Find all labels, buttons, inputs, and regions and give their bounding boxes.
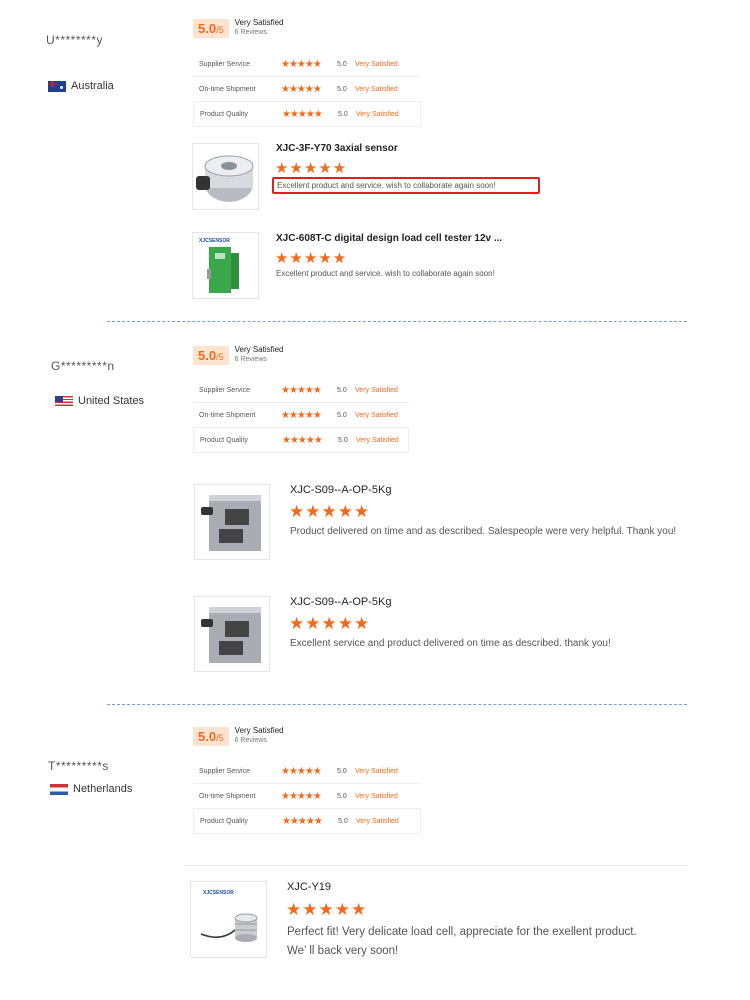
product-title[interactable]: XJC-608T-C digital design load cell test…: [276, 233, 502, 244]
star-rating-icon: ★★★★★: [281, 790, 322, 802]
product-title[interactable]: XJC-3F-Y70 3axial sensor: [276, 143, 398, 154]
rating-row: On-time Shipment ★★★★★ 5.0 Very Satisfie…: [193, 403, 409, 428]
netherlands-flag-icon: [50, 783, 68, 795]
rating-row: On-time Shipment ★★★★★ 5.0 Very Satisfie…: [193, 77, 421, 102]
product-image[interactable]: XJCSENSOR: [192, 232, 259, 299]
rating-table: Supplier Service ★★★★★ 5.0 Very Satisfie…: [193, 759, 421, 834]
sensor-image-icon: [196, 155, 254, 202]
overall-score: 5.0/5 Very Satisfied 6 Reviews: [193, 726, 284, 746]
review-text: Perfect fit! Very delicate load cell, ap…: [287, 926, 637, 957]
score-badge: 5.0/5: [193, 18, 229, 38]
reviewer-country: Netherlands: [50, 783, 132, 795]
reviewer-name: U********y: [46, 33, 104, 47]
score-badge: 5.0/5: [193, 345, 229, 365]
brand-logo: XJCSENSOR: [203, 890, 234, 896]
rating-table: Supplier Service ★★★★★ 5.0 Very Satisfie…: [193, 52, 421, 127]
product-star-rating-icon: ★★★★★: [289, 502, 371, 521]
review-count: 6 Reviews: [234, 356, 267, 363]
product-star-rating-icon: ★★★★★: [275, 250, 348, 267]
star-rating-icon: ★★★★★: [281, 58, 322, 70]
product-image[interactable]: XJCSENSOR: [190, 881, 267, 958]
score-badge: 5.0/5: [193, 726, 229, 746]
star-rating-icon: ★★★★★: [282, 108, 323, 120]
section-divider: [184, 865, 688, 866]
united-states-flag-icon: [55, 395, 73, 407]
product-image[interactable]: [194, 596, 270, 672]
overall-score: 5.0/5 Very Satisfied 6 Reviews: [193, 345, 284, 365]
australia-flag-icon: [48, 80, 66, 92]
s-type-load-cell-image-icon: [201, 607, 261, 663]
review-text-highlighted: Excellent product and service. wish to c…: [272, 177, 540, 194]
rating-row: Supplier Service ★★★★★ 5.0 Very Satisfie…: [193, 52, 421, 77]
rating-table: Supplier Service ★★★★★ 5.0 Very Satisfie…: [193, 378, 409, 453]
section-divider: [107, 321, 687, 322]
product-title[interactable]: XJC-S09--A-OP-5Kg: [290, 484, 391, 496]
reviewer-name: G*********n: [51, 359, 115, 373]
rating-row: Product Quality ★★★★★ 5.0 Very Satisfied: [193, 428, 409, 453]
product-title[interactable]: XJC-Y19: [287, 881, 331, 893]
s-type-load-cell-image-icon: [201, 495, 261, 551]
tester-image-icon: XJCSENSOR: [199, 238, 239, 293]
overall-score: 5.0/5 Very Satisfied 6 Reviews: [193, 18, 284, 38]
country-name: United States: [78, 395, 145, 407]
star-rating-icon: ★★★★★: [281, 765, 322, 777]
rating-row: Product Quality ★★★★★ 5.0 Very Satisfied: [193, 102, 421, 127]
star-rating-icon: ★★★★★: [281, 83, 322, 95]
product-star-rating-icon: ★★★★★: [289, 614, 371, 633]
review-text: Product delivered on time and as describ…: [290, 526, 677, 537]
star-rating-icon: ★★★★★: [282, 815, 323, 827]
product-title[interactable]: XJC-S09--A-OP-5Kg: [290, 596, 391, 608]
country-name: Netherlands: [73, 783, 133, 795]
rating-row: Supplier Service ★★★★★ 5.0 Very Satisfie…: [193, 759, 421, 784]
review-count: 6 Reviews: [234, 29, 267, 36]
rating-row: Supplier Service ★★★★★ 5.0 Very Satisfie…: [193, 378, 409, 403]
country-name: Australia: [71, 80, 114, 92]
rating-row: Product Quality ★★★★★ 5.0 Very Satisfied: [193, 809, 421, 834]
star-rating-icon: ★★★★★: [281, 384, 322, 396]
product-image[interactable]: [194, 484, 270, 560]
reviewer-country: Australia: [48, 80, 114, 92]
rating-row: On-time Shipment ★★★★★ 5.0 Very Satisfie…: [193, 784, 421, 809]
satisfaction-label: Very Satisfied: [234, 726, 284, 735]
review-count: 6 Reviews: [234, 737, 267, 744]
star-rating-icon: ★★★★★: [282, 434, 323, 446]
button-load-cell-image-icon: XJCSENSOR: [200, 890, 258, 942]
review-text: Excellent service and product delivered …: [290, 638, 611, 649]
brand-logo: XJCSENSOR: [199, 238, 230, 244]
reviewer-name: T*********s: [48, 759, 109, 773]
product-star-rating-icon: ★★★★★: [286, 900, 368, 919]
reviewer-country: United States: [55, 395, 144, 407]
review-text: Excellent product and service. wish to c…: [276, 269, 495, 278]
product-image[interactable]: [192, 143, 259, 210]
star-rating-icon: ★★★★★: [281, 409, 322, 421]
satisfaction-label: Very Satisfied: [234, 345, 284, 354]
section-divider: [107, 704, 687, 705]
product-star-rating-icon: ★★★★★: [275, 160, 348, 177]
satisfaction-label: Very Satisfied: [234, 18, 284, 27]
